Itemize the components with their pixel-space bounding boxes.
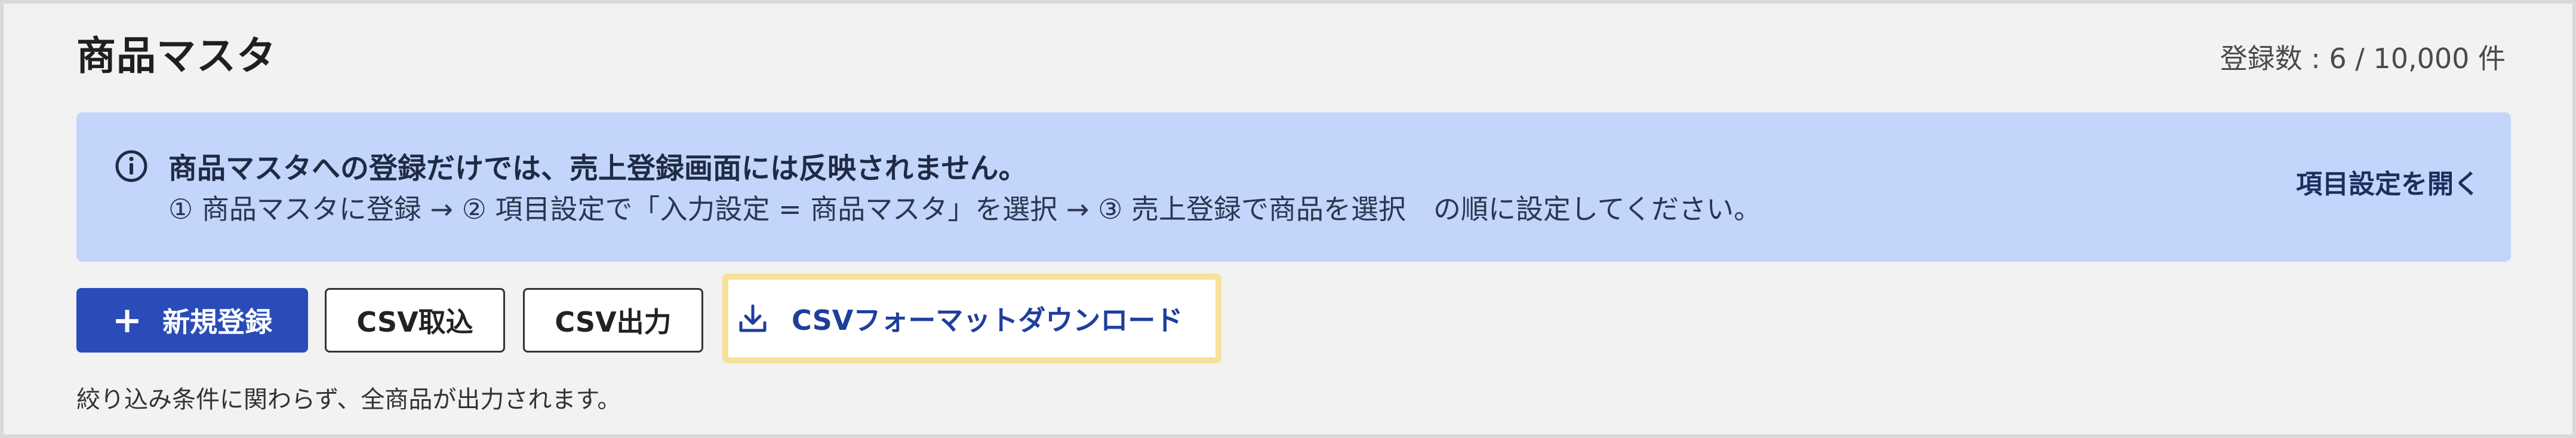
- open-item-settings-link[interactable]: 項目設定を開く: [2296, 163, 2480, 201]
- csv-format-download-label: CSVフォーマットダウンロード: [792, 304, 1183, 336]
- new-register-label: 新規登録: [162, 306, 273, 338]
- plus-icon: +: [112, 299, 143, 341]
- csv-import-label: CSV取込: [356, 306, 473, 338]
- download-icon: [739, 304, 767, 332]
- registration-count: 登録数 : 6 / 10,000 件: [2220, 42, 2506, 75]
- info-instructions: ① 商品マスタに登録 → ② 項目設定で「入力設定 = 商品マスタ」を選択 → …: [168, 193, 1762, 225]
- info-message: 商品マスタへの登録だけでは、売上登録画面には反映されません。: [168, 152, 1027, 185]
- csv-export-button[interactable]: CSV出力: [523, 288, 703, 353]
- page-title: 商品マスタ: [76, 33, 276, 79]
- export-note: 絞り込み条件に関わらず、全商品が出力されます。: [76, 386, 621, 414]
- info-banner: 商品マスタへの登録だけでは、売上登録画面には反映されません。 ① 商品マスタに登…: [76, 112, 2511, 262]
- info-circle-icon: [115, 150, 147, 182]
- csv-format-download-button[interactable]: CSVフォーマットダウンロード: [722, 274, 1221, 363]
- csv-import-button[interactable]: CSV取込: [325, 288, 505, 353]
- product-master-panel: 商品マスタ 登録数 : 6 / 10,000 件 商品マスタへの登録だけでは、売…: [0, 0, 2576, 438]
- new-register-button[interactable]: + 新規登録: [76, 288, 308, 353]
- csv-export-label: CSV出力: [555, 306, 672, 338]
